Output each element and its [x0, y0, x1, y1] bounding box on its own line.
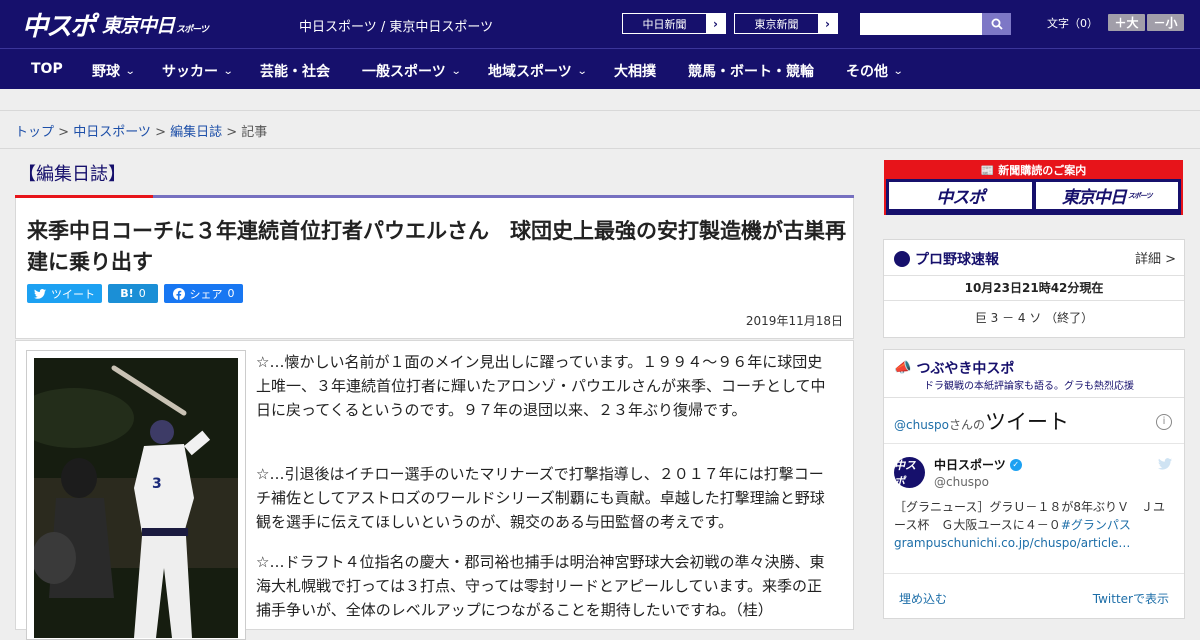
article-header: 来季中日コーチに３年連続首位打者パウエルさん 球団史上最強の安打製造機が古巣再建… [15, 198, 854, 339]
top-header: 中スポ 東京中日 スポーツ 中日スポーツ / 東京中日スポーツ 中日新聞 › 東京… [0, 0, 1200, 48]
baseball-details-link[interactable]: 詳細 > [1135, 248, 1176, 267]
subscription-caption: 📰 新聞購読のご案内 [886, 162, 1181, 179]
newspaper-icon: 📰 [980, 164, 999, 177]
article-headline: 来季中日コーチに３年連続首位打者パウエルさん 球団史上最強の安打製造機が古巣再建… [27, 219, 846, 274]
site-logo[interactable]: 中スポ 東京中日 スポーツ [22, 6, 209, 43]
info-icon[interactable]: i [1156, 414, 1172, 430]
nav-baseball[interactable]: 野球 ⌄ [92, 61, 136, 81]
divider [0, 148, 1200, 149]
facebook-share-button[interactable]: シェア 0 [164, 284, 243, 303]
main-nav: TOP 野球 ⌄ サッカー ⌄ 芸能・社会 一般スポーツ ⌄ 地域スポーツ ⌄ 大相撲 … [0, 48, 1200, 89]
tweet-account-name[interactable]: 中日スポーツ ✓ [934, 456, 1022, 473]
article-paragraph-3: ☆…ドラフト４位指名の慶大・郡司裕也捕手は明治神宮野球大会初戦の準々決勝、東海大… [256, 553, 825, 619]
twitter-embed: @chuspoさんのツイート i 中スポ 中日スポーツ ✓ @chuspo ［グラ… [884, 397, 1184, 619]
hatena-count: 0 [138, 287, 146, 300]
nav-other[interactable]: その他 ⌄ [846, 61, 904, 81]
article-paragraph-2: ☆…引退後はイチロー選手のいたマリナーズで打撃指導し、２０１７年には打撃コーチ補… [256, 465, 825, 531]
chevron-down-icon: ⌄ [892, 65, 904, 77]
search-button[interactable] [982, 13, 1011, 35]
chevron-down-icon: ⌄ [450, 65, 462, 77]
baseball-score[interactable]: 巨 3 － 4 ソ （終了） [884, 301, 1184, 335]
nav-entertainment[interactable]: 芸能・社会 [260, 61, 330, 81]
breadcrumb-editorial-diary[interactable]: 編集日誌 [170, 125, 222, 140]
tweet-account-handle[interactable]: @chuspo [934, 475, 989, 489]
article-photo-frame: 3 [26, 350, 246, 640]
font-size-down-button[interactable]: －小 [1147, 14, 1184, 31]
megaphone-icon: 📣 [894, 360, 912, 376]
share-buttons: ツイート B! 0 シェア 0 [27, 284, 243, 303]
hatena-bookmark-button[interactable]: B! 0 [108, 284, 158, 303]
search-box [860, 13, 1011, 35]
breadcrumb-chunichi-sports[interactable]: 中日スポーツ [73, 125, 151, 140]
verified-icon: ✓ [1009, 458, 1022, 471]
twitter-bird-icon [1158, 458, 1172, 474]
embed-link[interactable]: 埋め込む [899, 590, 947, 607]
article-photo[interactable]: 3 [34, 358, 238, 638]
site-title-link[interactable]: 中日スポーツ / 東京中日スポーツ [299, 16, 493, 35]
nav-general-sports[interactable]: 一般スポーツ ⌄ [362, 61, 462, 81]
nav-sumo[interactable]: 大相撲 [614, 61, 656, 81]
tokyo-shimbun-button[interactable]: 東京新聞 › [734, 13, 838, 34]
tweets-subtitle: ドラ観戦の本紙評論家も語る。グラも熱烈応援 [924, 381, 1134, 392]
font-size-label: 文字（0） [1047, 16, 1098, 30]
batter-illustration: 3 [34, 358, 238, 638]
chevron-down-icon: ⌄ [124, 65, 136, 77]
pro-baseball-title: プロ野球速報 [894, 249, 999, 269]
nav-top[interactable]: TOP [31, 61, 63, 77]
tweet-text: ［グラニュース］グラＵ－１８が8年ぶりＶ Ｊユース杯 Ｇ大阪ユースに４－０#グラ… [894, 500, 1166, 550]
tokyo-chunichi-subscribe-button[interactable]: 東京中日 スポーツ [1035, 182, 1178, 209]
tweet-hashtag-link[interactable]: #グランパス [1061, 518, 1131, 532]
tweet-url-link[interactable]: grampuschunichi.co.jp/chuspo/article… [894, 536, 1130, 550]
chevron-right-icon: › [818, 14, 837, 33]
chuspo-subscribe-button[interactable]: 中スポ [889, 182, 1032, 209]
breadcrumb-top[interactable]: トップ [15, 125, 54, 140]
twitter-heading: @chuspoさんのツイート [894, 410, 1070, 434]
chevron-down-icon: ⌄ [222, 65, 234, 77]
logo-chuspo: 中スポ [22, 12, 96, 42]
svg-text:3: 3 [152, 476, 162, 492]
article-body: 3 ☆…懐かしい名前が１面のメイン見出しに躍っています。１９９４～９６年に球団史… [15, 340, 854, 640]
twitter-handle-link[interactable]: @chuspo [894, 418, 949, 432]
subscription-banner[interactable]: 📰 新聞購読のご案内 中スポ 東京中日 スポーツ [884, 160, 1183, 215]
view-on-twitter-link[interactable]: Twitterで表示 [1093, 590, 1169, 607]
baseball-icon [894, 251, 910, 267]
tweets-title: 📣 つぶやき中スポ [894, 360, 1015, 377]
nav-regional-sports[interactable]: 地域スポーツ ⌄ [488, 61, 588, 81]
search-input[interactable] [860, 13, 982, 35]
breadcrumb-current: 記事 [241, 125, 268, 140]
chunichi-shimbun-button[interactable]: 中日新聞 › [622, 13, 726, 34]
tweet-button[interactable]: ツイート [27, 284, 102, 303]
chevron-down-icon: ⌄ [576, 65, 588, 77]
twitter-icon [34, 288, 46, 299]
hatena-icon: B! [120, 287, 134, 300]
search-icon [991, 18, 1003, 30]
header-spacer [0, 89, 1200, 111]
breadcrumb: トップ > 中日スポーツ > 編集日誌 > 記事 [15, 125, 268, 140]
chevron-right-icon: › [706, 14, 725, 33]
logo-tokyo-chunichi: 東京中日 スポーツ [102, 15, 209, 37]
twitter-embed-footer: 埋め込む Twitterで表示 [884, 573, 1184, 619]
section-title: 【編集日誌】 [18, 164, 126, 185]
tweets-widget: 📣 つぶやき中スポ ドラ観戦の本紙評論家も語る。グラも熱烈応援 @chuspoさ… [883, 349, 1185, 619]
nav-racing[interactable]: 競馬・ボート・競輪 [688, 61, 814, 81]
article-paragraph-3-tail: ね。（桂） [705, 601, 773, 619]
facebook-count: 0 [227, 287, 235, 300]
article-date: 2019年11月18日 [745, 314, 843, 328]
font-size-up-button[interactable]: ＋大 [1108, 14, 1145, 31]
avatar[interactable]: 中スポ [894, 457, 925, 488]
article-paragraph-1: ☆…懐かしい名前が１面のメイン見出しに躍っています。１９９４～９６年に球団史上唯… [256, 353, 826, 419]
baseball-timestamp: 10月23日21時42分現在 [884, 276, 1184, 301]
facebook-icon [172, 287, 185, 300]
pro-baseball-widget: プロ野球速報 詳細 > 10月23日21時42分現在 巨 3 － 4 ソ （終了… [883, 239, 1185, 338]
nav-soccer[interactable]: サッカー ⌄ [162, 61, 234, 81]
font-size-control: 文字（0） ＋大 －小 [1047, 14, 1184, 31]
